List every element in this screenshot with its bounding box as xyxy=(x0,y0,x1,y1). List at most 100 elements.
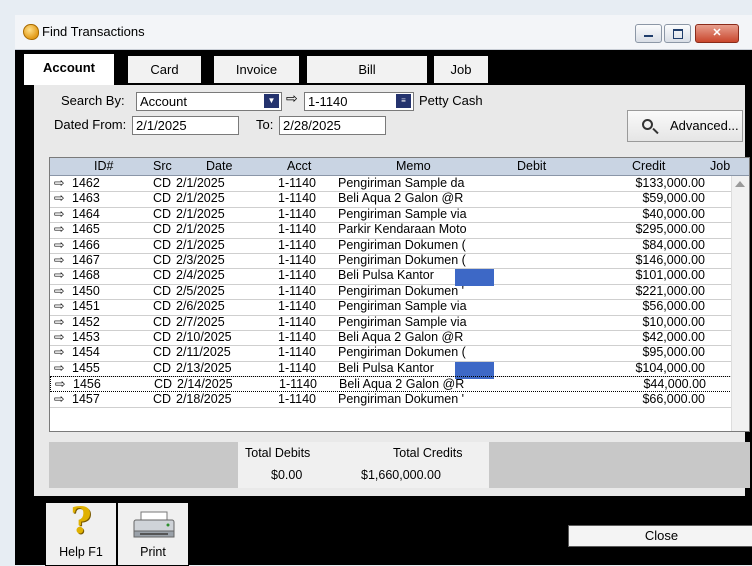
table-row[interactable]: ⇨ 1457 CD 2/18/2025 1-1140 Pengiriman Dokumen… xyxy=(50,392,732,408)
cell-credit: $101,000.00 xyxy=(635,268,705,283)
scroll-up-icon[interactable] xyxy=(735,181,745,187)
table-row[interactable]: ⇨ 1452 CD 2/7/2025 1-1140 Pengiriman Sample v… xyxy=(50,315,732,331)
list-lookup-icon[interactable]: ≡ xyxy=(396,94,411,108)
zoom-arrow-icon[interactable]: ⇨ xyxy=(55,377,65,391)
table-row[interactable]: ⇨ 1451 CD 2/6/2025 1-1140 Pengiriman Sample v… xyxy=(50,299,732,316)
cell-memo: Pengiriman Dokumen ' xyxy=(338,391,465,406)
cell-date: 2/10/2025 xyxy=(176,330,232,344)
cell-date: 2/5/2025 xyxy=(176,283,225,298)
cell-id: 1468 xyxy=(72,268,100,283)
tab-bill[interactable]: Bill xyxy=(306,55,428,83)
zoom-arrow-icon[interactable]: ⇨ xyxy=(54,268,64,282)
cell-src: CD xyxy=(153,283,172,298)
close-window-button[interactable]: ✕ xyxy=(695,24,739,43)
title-bar: Find Transactions ✕ xyxy=(15,15,752,50)
maximize-button[interactable] xyxy=(664,24,691,43)
zoom-arrow-icon[interactable]: ⇨ xyxy=(54,299,64,313)
print-label: Print xyxy=(140,545,166,559)
cell-acct: 1-1140 xyxy=(278,176,316,190)
table-row[interactable]: ⇨ 1462 CD 2/1/2025 1-1140 Pengiriman Sample d… xyxy=(50,176,732,193)
totals-spacer-left xyxy=(49,442,238,488)
total-credits-label: Total Credits xyxy=(393,446,463,460)
cell-acct: 1-1140 xyxy=(278,345,316,360)
table-row[interactable]: ⇨ 1468 CD 2/4/2025 1-1140 Beli Pulsa Kantor $1… xyxy=(50,268,732,287)
cell-id: 1464 xyxy=(72,206,100,221)
cell-src: CD xyxy=(153,391,172,406)
table-row[interactable]: ⇨ 1453 CD 2/10/2025 1-1140 Beli Aqua 2 Galon … xyxy=(50,330,732,347)
window-title: Find Transactions xyxy=(42,24,145,39)
col-id[interactable]: ID# xyxy=(94,159,113,173)
cell-src: CD xyxy=(153,330,172,344)
table-row[interactable]: ⇨ 1464 CD 2/1/2025 1-1140 Pengiriman Sample v… xyxy=(50,206,732,224)
to-date-value: 2/28/2025 xyxy=(283,118,341,133)
table-row[interactable]: ⇨ 1455 CD 2/13/2025 1-1140 Beli Pulsa Kantor $… xyxy=(50,360,732,379)
cell-memo: Pengiriman Sample da xyxy=(338,176,465,190)
cell-date: 2/18/2025 xyxy=(176,391,232,406)
cell-credit: $44,000.00 xyxy=(643,377,706,392)
cell-credit: $56,000.00 xyxy=(642,299,705,314)
table-row[interactable]: ⇨ 1466 CD 2/1/2025 1-1140 Pengiriman Dokumen … xyxy=(50,238,732,254)
close-button[interactable]: Close xyxy=(568,525,752,547)
zoom-arrow-icon[interactable]: ⇨ xyxy=(54,330,64,344)
table-row[interactable]: ⇨ 1463 CD 2/1/2025 1-1140 Beli Aqua 2 Galon @… xyxy=(50,191,732,208)
cell-id: 1452 xyxy=(72,314,100,329)
cell-src: CD xyxy=(153,176,172,190)
tab-account[interactable]: Account xyxy=(23,53,115,85)
zoom-arrow-icon[interactable]: ⇨ xyxy=(54,238,64,252)
col-memo[interactable]: Memo xyxy=(396,159,431,173)
zoom-arrow-icon[interactable]: ⇨ xyxy=(54,222,64,236)
tab-bill-label: Bill xyxy=(358,62,376,77)
zoom-arrow-icon[interactable]: ⇨ xyxy=(286,90,298,107)
col-job[interactable]: Job xyxy=(710,159,730,173)
tab-invoice[interactable]: Invoice xyxy=(213,55,300,83)
zoom-arrow-icon[interactable]: ⇨ xyxy=(54,176,64,190)
cell-acct: 1-1140 xyxy=(278,330,316,344)
zoom-arrow-icon[interactable]: ⇨ xyxy=(54,315,64,329)
printer-icon xyxy=(133,511,175,538)
table-row[interactable]: ⇨ 1450 CD 2/5/2025 1-1140 Pengiriman Dokumen … xyxy=(50,283,732,301)
to-label: To: xyxy=(256,117,274,132)
table-row[interactable]: ⇨ 1465 CD 2/1/2025 1-1140 Parkir Kendaraan Mo… xyxy=(50,222,732,239)
cell-credit: $104,000.00 xyxy=(635,360,705,375)
zoom-arrow-icon[interactable]: ⇨ xyxy=(54,191,64,205)
maximize-icon xyxy=(673,29,683,39)
table-row[interactable]: ⇨ 1454 CD 2/11/2025 1-1140 Pengiriman Dokumen… xyxy=(50,345,732,362)
zoom-arrow-icon[interactable]: ⇨ xyxy=(54,361,64,375)
to-date-field[interactable]: 2/28/2025 xyxy=(279,116,386,135)
advanced-label: Advanced... xyxy=(670,118,739,133)
cell-date: 2/1/2025 xyxy=(176,191,225,206)
zoom-arrow-icon[interactable]: ⇨ xyxy=(54,207,64,221)
cell-src: CD xyxy=(153,253,172,267)
cell-id: 1456 xyxy=(73,377,101,392)
search-by-select[interactable]: Account xyxy=(136,92,282,111)
col-debit[interactable]: Debit xyxy=(517,159,546,173)
zoom-arrow-icon[interactable]: ⇨ xyxy=(54,345,64,359)
tab-job[interactable]: Job xyxy=(433,55,489,83)
dated-from-field[interactable]: 2/1/2025 xyxy=(132,116,239,135)
col-credit[interactable]: Credit xyxy=(632,159,665,173)
cell-acct: 1-1140 xyxy=(279,377,317,392)
col-src[interactable]: Src xyxy=(153,159,172,173)
help-button[interactable]: ? Help F1 xyxy=(45,500,117,566)
app-icon xyxy=(23,24,39,40)
chevron-down-icon[interactable]: ▼ xyxy=(264,94,279,108)
vertical-scrollbar[interactable] xyxy=(731,176,749,431)
cell-credit: $59,000.00 xyxy=(642,191,705,206)
zoom-arrow-icon[interactable]: ⇨ xyxy=(54,253,64,267)
col-date[interactable]: Date xyxy=(206,159,232,173)
zoom-arrow-icon[interactable]: ⇨ xyxy=(54,284,64,298)
col-acct[interactable]: Acct xyxy=(287,159,311,173)
table-row[interactable]: ⇨ 1467 CD 2/3/2025 1-1140 Pengiriman Dokumen … xyxy=(50,253,732,270)
cell-src: CD xyxy=(153,206,172,221)
table-row[interactable]: ⇨ 1456 CD 2/14/2025 1-1140 Beli Aqua 2 Galon … xyxy=(50,376,732,392)
cell-date: 2/14/2025 xyxy=(177,377,233,392)
cell-src: CD xyxy=(153,299,172,314)
print-button[interactable]: Print xyxy=(117,502,189,566)
cell-credit: $95,000.00 xyxy=(642,345,705,360)
zoom-arrow-icon[interactable]: ⇨ xyxy=(54,392,64,406)
tab-card[interactable]: Card xyxy=(127,55,202,83)
minimize-button[interactable] xyxy=(635,24,662,43)
cell-date: 2/1/2025 xyxy=(176,176,225,190)
cell-acct: 1-1140 xyxy=(278,314,316,329)
advanced-button[interactable]: Advanced... xyxy=(627,110,743,142)
